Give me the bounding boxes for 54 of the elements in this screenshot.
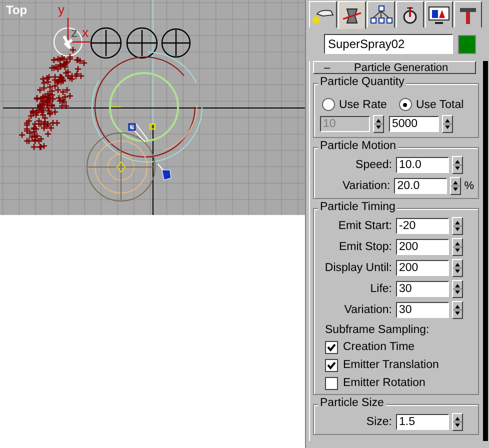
field-label: Speed:: [354, 158, 392, 170]
motion-tab[interactable]: [396, 1, 424, 28]
spinner-arrows-icon[interactable]: [452, 412, 463, 430]
field-label: Variation:: [343, 304, 392, 316]
field-label: Size:: [365, 416, 392, 428]
group-title: Particle Quantity: [318, 76, 406, 88]
modify-tab[interactable]: [338, 1, 366, 29]
spinner-field[interactable]: 200: [396, 260, 449, 276]
spinner-arrows-icon[interactable]: [452, 258, 463, 276]
hierarchy-icon: [369, 4, 393, 24]
rollout-header[interactable]: – Particle Generation: [313, 61, 476, 74]
field-label: Emit Start:: [337, 220, 392, 232]
spinner-field[interactable]: 30: [396, 280, 449, 296]
field-label: Emit Stop:: [338, 240, 392, 252]
radio-option[interactable]: Use Rate: [322, 98, 387, 111]
color-swatch[interactable]: [458, 34, 476, 54]
display-tab[interactable]: [425, 1, 453, 28]
spinner-field[interactable]: 30: [396, 302, 449, 318]
group-title: Particle Size: [318, 397, 386, 409]
checkbox-option[interactable]: Emitter Rotation: [320, 376, 474, 390]
spinner-field[interactable]: -20: [396, 218, 449, 234]
create-tab[interactable]: [309, 1, 337, 28]
spinner-field[interactable]: 20.0: [394, 178, 448, 194]
group-title: Particle Timing: [318, 201, 398, 213]
group-title: Particle Motion: [318, 140, 398, 152]
field-label: Display Until:: [324, 262, 392, 274]
axis-label: z: [71, 25, 78, 40]
monitor-icon: [427, 4, 451, 24]
axis-label: x: [82, 25, 88, 40]
section-label: Subframe Sampling:: [324, 324, 430, 336]
field-label: Variation:: [341, 180, 390, 192]
spinner-arrows-icon[interactable]: [452, 280, 463, 298]
checkbox-option[interactable]: Emitter Translation: [320, 358, 474, 372]
spinner-arrows-icon[interactable]: [452, 156, 463, 174]
spinner-arrows-icon[interactable]: [452, 216, 463, 234]
axis-label: y: [58, 2, 64, 17]
bent-cylinder-icon: [340, 6, 364, 26]
hierarchy-tab[interactable]: [367, 1, 395, 28]
spinner-arrows-icon[interactable]: [452, 238, 463, 256]
object-name-field[interactable]: SuperSpray02: [324, 34, 453, 54]
utilities-tab[interactable]: [454, 1, 482, 28]
spinner-field[interactable]: 5000: [389, 116, 439, 132]
radio-option[interactable]: Use Total: [398, 98, 464, 111]
spinner-field[interactable]: 10.0: [396, 156, 449, 172]
spinner-field[interactable]: 200: [396, 238, 449, 254]
scroll-bar[interactable]: [483, 61, 488, 441]
unit-label: %: [464, 180, 474, 192]
field-label: Life:: [369, 282, 392, 294]
spinner-arrows-icon[interactable]: [450, 176, 462, 194]
spinner-arrows-icon[interactable]: [442, 115, 453, 133]
spinner-arrows-icon[interactable]: [452, 300, 463, 318]
checkbox-option[interactable]: Creation Time: [320, 340, 474, 354]
spinner-field[interactable]: 1.5: [396, 414, 449, 430]
spinner-arrows-icon[interactable]: [373, 115, 384, 133]
